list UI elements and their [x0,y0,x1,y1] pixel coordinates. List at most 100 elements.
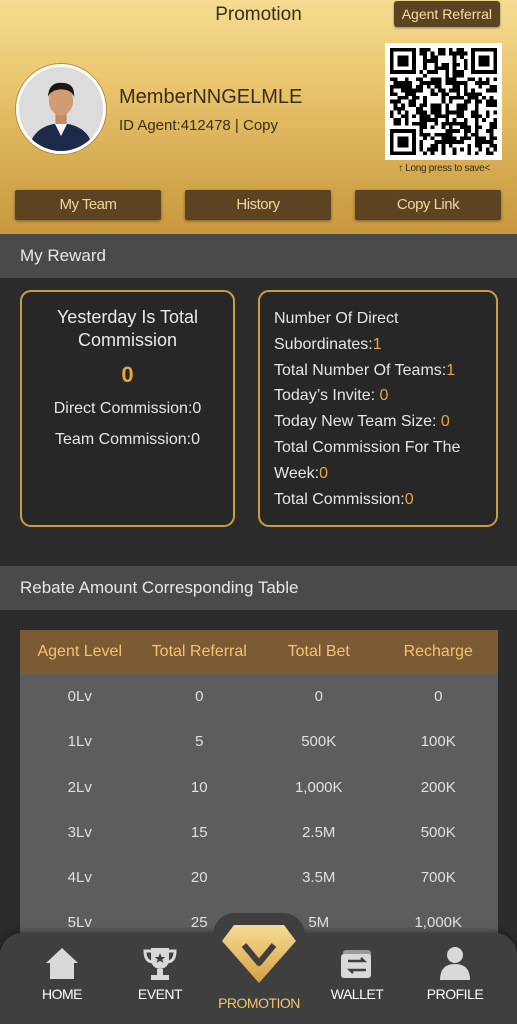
qr-module [397,140,402,144]
qr-module [489,140,494,144]
qr-module [482,55,486,60]
table-row: 4Lv 20 3.5M 700K [20,855,498,900]
qr-module [493,121,497,126]
copy-id-button[interactable]: Copy [243,117,278,134]
qr-module [397,121,402,126]
qr-module [401,107,405,111]
diamond-icon[interactable] [220,923,298,985]
yesterday-commission-title: Yesterday Is Total Commission [56,307,199,350]
qr-module [434,55,438,60]
qr-module [460,147,464,152]
direct-subordinates-stat: Number Of Direct Subordinates:1 [274,306,496,358]
qr-module [397,107,402,111]
qr-module [452,147,457,152]
copy-link-button[interactable]: Copy Link [355,190,501,220]
qr-module [463,118,468,122]
qr-module [397,70,402,74]
qr-module [456,92,461,96]
nav-promotion-label[interactable]: PROMOTION [210,995,308,1011]
qr-module [437,107,442,111]
qr-module [449,95,453,100]
table-cell: 500K [420,823,456,841]
qr-module [482,48,486,52]
qr-module [463,121,468,126]
qr-module [441,132,446,137]
qr-module [401,59,405,63]
qr-module [423,81,427,85]
qr-module [401,143,405,148]
qr-module [471,70,475,74]
qr-module [404,140,409,144]
qr-module [445,118,450,122]
qr-module [493,88,497,93]
qr-module [467,125,472,130]
table-cell: 3Lv [67,823,92,841]
qr-module [471,132,475,137]
qr-module [437,103,442,108]
qr-module [456,81,461,85]
qr-module [393,70,398,74]
history-button[interactable]: History [185,190,331,220]
qr-module [390,147,394,152]
qr-module [456,84,461,89]
qr-module [463,51,468,56]
qr-module [397,59,402,63]
qr-module [489,103,494,108]
qr-module [430,125,435,130]
qr-module [471,110,475,115]
qr-module [471,114,475,119]
qr-module [434,103,438,108]
qr-module [452,55,457,60]
qr-module [426,81,431,85]
table-cell: 0Lv [67,688,92,705]
qr-module [401,84,405,89]
qr-code[interactable] [385,43,502,160]
qr-module [412,59,416,63]
table-row: 0Lv 0 0 0 [20,674,498,719]
qr-module [474,70,479,74]
my-team-button[interactable]: My Team [15,190,161,220]
qr-module [474,118,479,122]
qr-module [493,84,497,89]
qr-module [471,59,475,63]
qr-module [471,95,475,100]
qr-module [478,84,483,89]
qr-module [441,151,446,155]
qr-module [452,51,457,56]
qr-module [437,88,442,93]
nav-wallet[interactable]: WALLET [312,933,402,1024]
qr-module [404,84,409,89]
qr-module [489,129,494,133]
qr-module [489,136,494,141]
qr-module [397,129,402,133]
qr-module [412,151,416,155]
qr-module [445,70,450,74]
profile-icon [440,947,470,980]
agent-referral-button[interactable]: Agent Referral [393,1,500,27]
qr-module [434,62,438,67]
table-cell: 0 [195,688,204,705]
qr-module [478,70,483,74]
qr-module [415,95,420,100]
qr-module [445,129,450,133]
qr-module [463,59,468,63]
qr-module [419,114,424,119]
qr-module [412,48,416,52]
qr-module [408,103,413,108]
qr-module [485,62,490,67]
qr-module [423,151,427,155]
qr-module [397,84,402,89]
qr-module [445,81,450,85]
qr-module [493,62,497,67]
qr-module [390,62,394,67]
nav-event[interactable]: EVENT [115,933,205,1024]
qr-module [485,151,490,155]
nav-home[interactable]: HOME [17,933,107,1024]
qr-module [390,143,394,148]
qr-module [441,62,446,67]
qr-module [412,95,416,100]
qr-module [485,110,490,115]
nav-profile[interactable]: PROFILE [410,933,500,1024]
qr-module [419,103,424,108]
avatar [16,64,106,154]
